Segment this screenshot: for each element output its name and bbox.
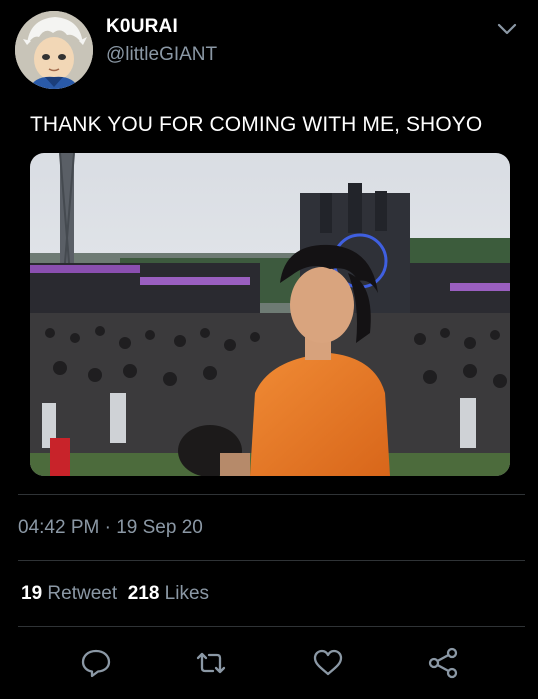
tweet-photo[interactable] — [30, 153, 510, 476]
user-handle[interactable]: @littleGIANT — [106, 44, 217, 66]
share-button[interactable] — [426, 646, 460, 680]
avatar-illustration — [15, 11, 93, 89]
tweet-header: K0URAI @littleGIANT — [0, 0, 538, 100]
like-button[interactable] — [311, 646, 345, 680]
divider — [18, 626, 525, 627]
share-icon — [428, 647, 458, 679]
tweet-stats: 19 Retweet 218 Likes — [21, 583, 209, 605]
retweets-stat[interactable]: 19 Retweet — [21, 583, 117, 604]
retweet-button[interactable] — [194, 646, 228, 680]
likes-stat[interactable]: 218 Likes — [128, 583, 209, 604]
reply-icon — [81, 649, 111, 678]
likes-count: 218 — [127, 583, 160, 604]
tweet-text: THANK YOU FOR COMING WITH ME, SHOYO — [30, 113, 483, 136]
retweet-label: Retweet — [47, 583, 118, 604]
chevron-down-icon[interactable] — [496, 20, 518, 38]
concert-photo — [30, 153, 510, 476]
tweet-date: 19 Sep 20 — [116, 517, 203, 538]
tweet-timestamp[interactable]: 04:42 PM · 19 Sep 20 — [18, 517, 203, 539]
tweet-time: 04:42 PM — [18, 517, 100, 538]
retweet-icon — [196, 652, 226, 674]
timestamp-separator: · — [104, 517, 111, 538]
avatar[interactable] — [15, 11, 93, 89]
retweet-count: 19 — [21, 583, 43, 604]
display-name[interactable]: K0URAI — [106, 16, 178, 38]
reply-button[interactable] — [79, 646, 113, 680]
heart-icon — [313, 649, 343, 676]
divider — [18, 494, 525, 495]
likes-label: Likes — [164, 583, 210, 604]
divider — [18, 560, 525, 561]
